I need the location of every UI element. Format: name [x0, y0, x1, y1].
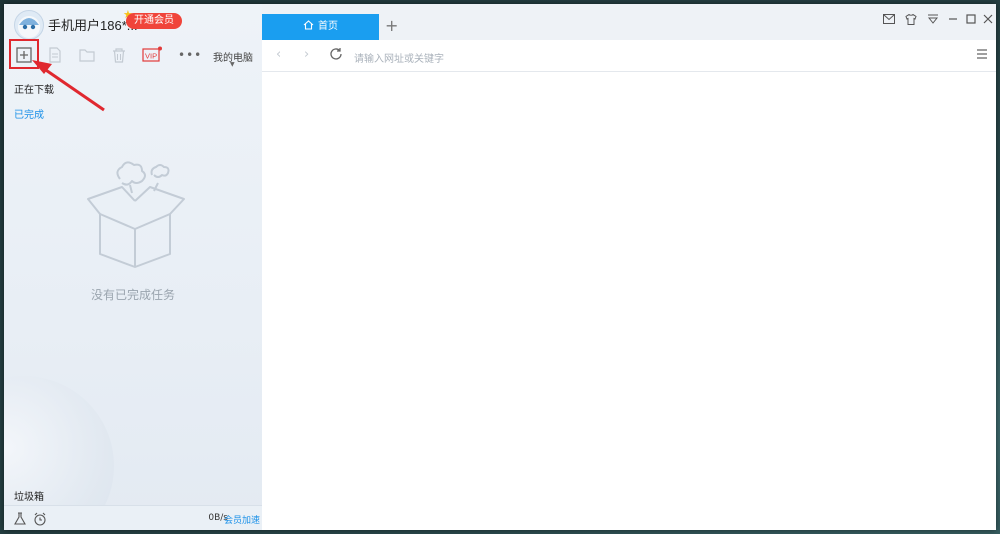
- mail-icon[interactable]: [882, 14, 896, 28]
- chevron-down-icon: ▼: [230, 61, 235, 68]
- svg-text:VIP: VIP: [145, 52, 157, 61]
- nav-trash[interactable]: 垃圾箱: [14, 488, 44, 503]
- close-icon[interactable]: [981, 14, 995, 28]
- url-input[interactable]: 请输入网址或关键字: [354, 50, 444, 65]
- home-icon: [303, 20, 314, 30]
- member-accelerate-link[interactable]: 会员加速: [224, 513, 260, 526]
- minimize-icon[interactable]: [946, 14, 960, 28]
- empty-message: 没有已完成任务: [90, 288, 175, 302]
- flask-icon[interactable]: [13, 511, 27, 530]
- more-icon[interactable]: •••: [178, 48, 202, 62]
- forward-icon[interactable]: ›: [304, 48, 309, 62]
- new-tab-button[interactable]: +: [385, 18, 398, 34]
- maximize-icon[interactable]: [964, 14, 978, 28]
- alarm-clock-icon[interactable]: [33, 511, 47, 530]
- vip-icon[interactable]: VIP: [142, 46, 162, 64]
- skin-icon[interactable]: [904, 13, 918, 28]
- reload-icon[interactable]: [329, 47, 343, 65]
- tab-home-label: 首页: [318, 21, 338, 32]
- left-footer: 0B/s 会员加速: [4, 505, 262, 530]
- open-vip-button[interactable]: 开通会员: [126, 13, 182, 29]
- watermark-url: jingyan.baidu.com: [768, 490, 906, 509]
- tab-bar: 首页 +: [262, 4, 996, 40]
- hamburger-menu-icon[interactable]: [976, 48, 988, 63]
- empty-box-icon: [87, 161, 185, 268]
- watermark: Baidu 经验 jingyan.baidu.com: [760, 420, 950, 520]
- address-bar: ‹ › 请输入网址或关键字: [262, 40, 996, 72]
- annotation-arrow: [32, 60, 105, 112]
- menu-dropdown-icon[interactable]: [926, 14, 940, 28]
- tab-home[interactable]: 首页: [262, 14, 379, 40]
- back-icon[interactable]: ‹: [276, 48, 281, 62]
